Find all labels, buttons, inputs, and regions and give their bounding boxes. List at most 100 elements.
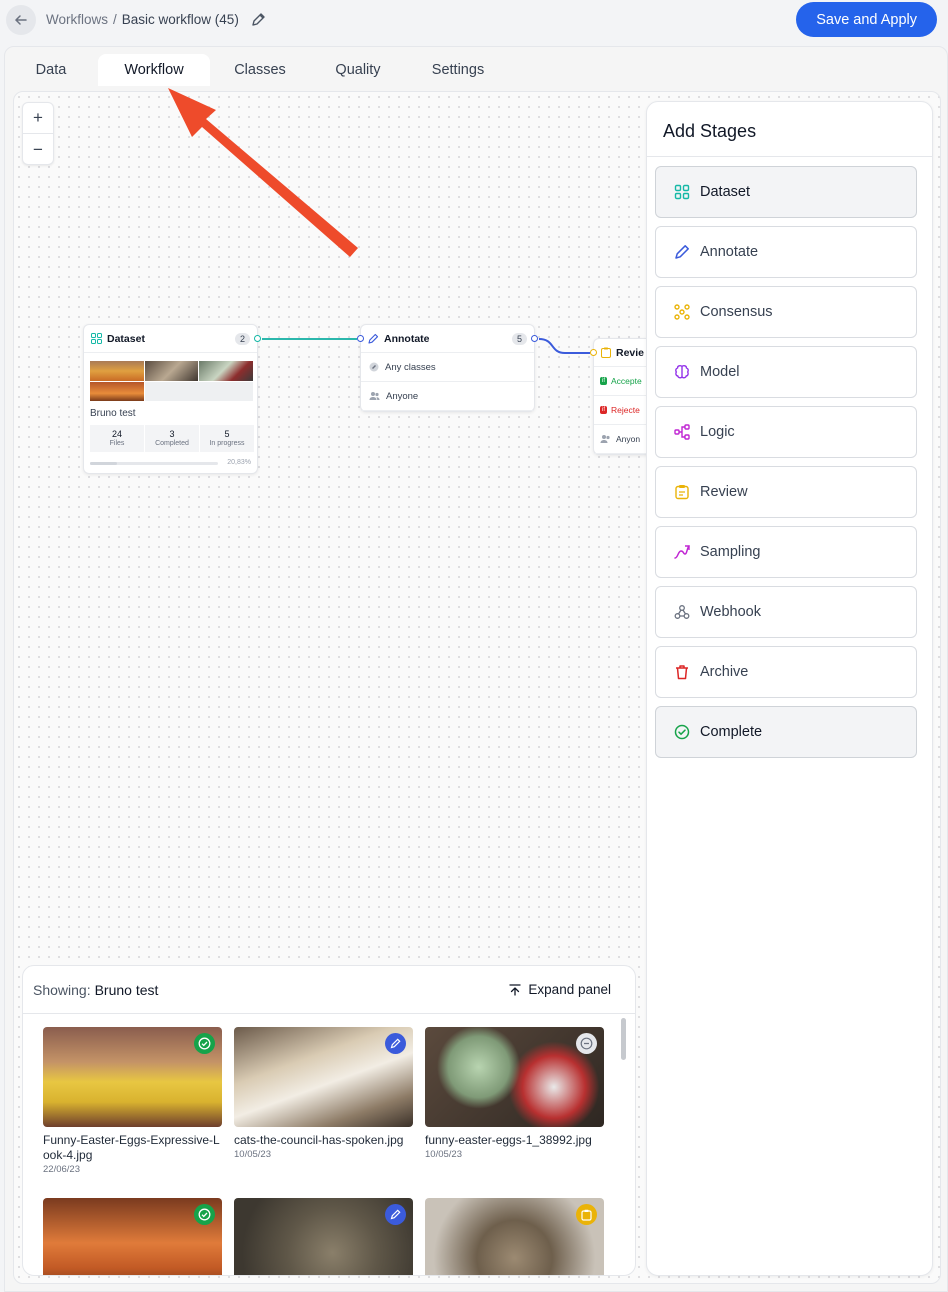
showing-dataset-name: Bruno test: [94, 981, 159, 998]
stage-webhook[interactable]: Webhook: [655, 586, 917, 638]
dataset-node[interactable]: Dataset 2 Bruno test 24 Files 3 Completed …: [83, 324, 261, 474]
dataset-stats: 24 Files 3 Completed 5 In progress: [90, 425, 254, 452]
users-icon: [369, 392, 380, 400]
file-name: cats-the-council-has-spoken.jpg: [234, 1133, 404, 1147]
pencil-icon: [675, 245, 689, 259]
stat-completed: 3 Completed: [145, 425, 199, 452]
file-thumbnail: [425, 1198, 604, 1275]
showing-label: Showing:: [33, 981, 91, 998]
dataset-icon: [674, 184, 690, 200]
file-date: 10/05/23: [425, 1149, 462, 1160]
thumbnail-eggs: [90, 361, 144, 381]
thumbnail-empty: [145, 382, 253, 401]
expand-panel-button[interactable]: Expand panel: [509, 982, 611, 997]
logic-icon: [674, 424, 690, 440]
stage-complete[interactable]: Complete: [655, 706, 917, 758]
annotate-node-header: Annotate 5: [361, 325, 534, 353]
brain-icon: [675, 365, 689, 379]
file-date: 10/05/23: [234, 1149, 271, 1160]
pointer-arrow-annotation: [168, 88, 358, 257]
dataset-node-title: Dataset: [107, 332, 145, 345]
stage-dataset[interactable]: Dataset: [655, 166, 917, 218]
status-annotate-badge: [385, 1033, 406, 1054]
check-icon: [198, 1037, 211, 1050]
file-thumbnail: [234, 1198, 413, 1275]
annotate-node[interactable]: Annotate 5 Any classes Anyone: [357, 324, 538, 412]
review-rejected-label: Rejecte: [611, 405, 640, 415]
stage-logic-label: Logic: [700, 424, 735, 440]
stage-dataset-label: Dataset: [700, 184, 750, 200]
stage-model-label: Model: [700, 364, 740, 380]
pencil-icon: [390, 1038, 401, 1049]
annotate-classes-row[interactable]: Any classes: [361, 353, 534, 382]
webhook-icon: [674, 605, 690, 619]
review-assignee-label: Anyon: [616, 434, 641, 444]
rejected-if-badge: if: [600, 406, 607, 414]
stat-in-progress: 5 In progress: [200, 425, 254, 452]
status-complete-badge: [194, 1204, 215, 1225]
review-icon: [581, 1209, 592, 1221]
stage-logic[interactable]: Logic: [655, 406, 917, 458]
annotate-input-port[interactable]: [357, 335, 364, 342]
consensus-icon: [674, 304, 690, 320]
add-stages-title: Add Stages: [663, 121, 757, 141]
zoom-out-button[interactable]: −: [23, 134, 53, 165]
stage-archive[interactable]: Archive: [655, 646, 917, 698]
connector-annotate-review: [538, 338, 590, 354]
review-input-port[interactable]: [590, 349, 597, 356]
status-complete-badge: [194, 1033, 215, 1054]
stage-model[interactable]: Model: [655, 346, 917, 398]
stage-consensus[interactable]: Consensus: [655, 286, 917, 338]
dataset-output-port[interactable]: [254, 335, 261, 342]
minus-circle-icon: [580, 1037, 593, 1050]
annotate-node-count: 5: [511, 332, 527, 345]
check-circle-icon: [674, 724, 690, 740]
stage-review-label: Review: [700, 484, 748, 500]
users-icon: [600, 435, 610, 443]
thumbnail-eggs-painted: [199, 361, 253, 381]
check-icon: [198, 1208, 211, 1221]
review-node-title: Revie: [616, 346, 645, 359]
dataset-node-name: Bruno test: [90, 408, 136, 419]
stage-annotate[interactable]: Annotate: [655, 226, 917, 278]
status-new-badge: [576, 1033, 597, 1054]
stage-sampling-label: Sampling: [700, 544, 761, 560]
file-thumbnail: [425, 1027, 604, 1127]
file-card[interactable]: [234, 1198, 413, 1275]
file-date: 22/06/23: [43, 1164, 80, 1175]
thumbnail-cats: [145, 361, 198, 381]
dataset-progress-bar: [90, 462, 218, 465]
panel-divider: [647, 156, 932, 157]
stage-review[interactable]: Review: [655, 466, 917, 518]
annotate-output-port[interactable]: [531, 335, 538, 342]
review-icon: [601, 347, 611, 358]
zoom-in-button[interactable]: +: [23, 103, 53, 134]
file-card[interactable]: [425, 1198, 604, 1275]
file-card[interactable]: [43, 1198, 222, 1275]
file-card[interactable]: funny-easter-eggs-1_38992.jpg 10/05/23: [425, 1027, 604, 1160]
expand-up-icon: [509, 983, 522, 996]
file-name: funny-easter-eggs-1_38992.jpg: [425, 1133, 592, 1147]
tag-icon: [369, 362, 379, 372]
zoom-controls: + −: [22, 102, 54, 165]
files-scrollbar[interactable]: [621, 1018, 626, 1060]
file-thumbnail: [43, 1198, 222, 1275]
trash-icon: [676, 665, 688, 680]
file-card[interactable]: Funny-Easter-Eggs-Expressive-Look-4.jpg …: [43, 1027, 222, 1175]
accepted-if-badge: if: [600, 377, 607, 385]
stage-archive-label: Archive: [700, 664, 749, 680]
annotate-assignee-label: Anyone: [386, 390, 419, 402]
dataset-progress-label: 20,83%: [227, 459, 251, 466]
review-icon: [675, 485, 689, 500]
file-card[interactable]: cats-the-council-has-spoken.jpg 10/05/23: [234, 1027, 413, 1160]
sampling-icon: [674, 545, 690, 559]
annotate-assignee-row[interactable]: Anyone: [361, 382, 534, 411]
file-name: Funny-Easter-Eggs-Expressive-Look-4.jpg: [43, 1133, 220, 1162]
stat-files: 24 Files: [90, 425, 144, 452]
pencil-icon: [390, 1209, 401, 1220]
stage-consensus-label: Consensus: [700, 304, 773, 320]
dataset-icon: [91, 333, 102, 344]
stage-sampling[interactable]: Sampling: [655, 526, 917, 578]
annotate-classes-label: Any classes: [385, 361, 436, 373]
pencil-icon: [368, 333, 379, 344]
